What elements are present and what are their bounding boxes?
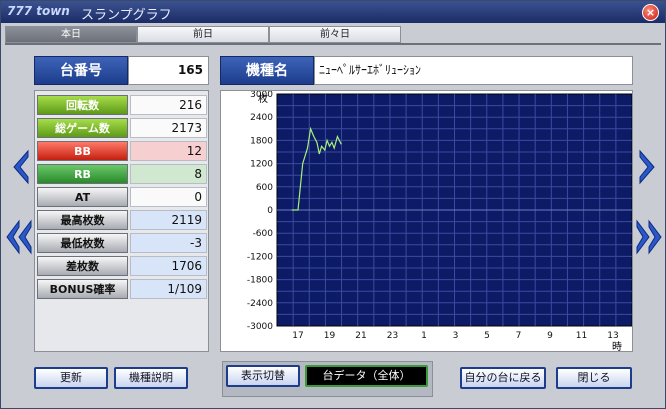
slump-chart: 30002400180012006000-600-1200-1800-2400-… — [247, 91, 632, 351]
stat-value: 1706 — [130, 256, 207, 276]
data-mode-display: 台データ（全体） — [305, 365, 428, 387]
x-tick-label: 9 — [547, 331, 553, 341]
stat-row-max-coins: 最高枚数 2119 — [37, 210, 207, 230]
stat-row-total-games: 総ゲーム数 2173 — [37, 118, 207, 138]
close-button[interactable]: 閉じる — [556, 367, 632, 389]
close-icon[interactable]: × — [642, 4, 659, 21]
x-tick-label: 3 — [453, 331, 459, 341]
y-tick-label: 1200 — [250, 160, 273, 170]
stat-row-coin-diff: 差枚数 1706 — [37, 256, 207, 276]
y-tick-label: -3000 — [247, 322, 273, 332]
toggle-display-button[interactable]: 表示切替 — [226, 365, 300, 387]
next-machine-icon[interactable] — [637, 149, 657, 185]
stat-label: BB — [37, 141, 128, 161]
stat-label: AT — [37, 187, 128, 207]
stat-row-bb: BB 12 — [37, 141, 207, 161]
machine-number-value: 165 — [128, 56, 209, 85]
stat-row-rb: RB 8 — [37, 164, 207, 184]
prev-machine-icon[interactable] — [11, 149, 31, 185]
stat-row-spins: 回転数 216 — [37, 95, 207, 115]
stat-value: 1/109 — [130, 279, 207, 299]
slump-graph-window: 777 town スランプグラフ × 本日 前日 前々日 台番号 165 機種名… — [0, 0, 666, 409]
stat-value: -3 — [130, 233, 207, 253]
stat-value: 12 — [130, 141, 207, 161]
x-tick-label: 1 — [421, 331, 427, 341]
brand-logo: 777 town — [7, 4, 70, 18]
first-machine-icon[interactable] — [5, 219, 33, 255]
y-tick-label: 0 — [267, 206, 273, 216]
stat-label: 回転数 — [37, 95, 128, 115]
x-tick-label: 13 — [607, 331, 618, 341]
machine-name-label: 機種名 — [220, 56, 314, 85]
window-title: スランプグラフ — [81, 8, 172, 23]
slump-chart-panel: 3000 2400 1800 1200 600 0 -600 -1200 -1800 -2400-… — [220, 90, 633, 352]
tab-yesterday[interactable]: 前日 — [137, 26, 269, 43]
stat-label: RB — [37, 164, 128, 184]
stat-label: 総ゲーム数 — [37, 118, 128, 138]
y-tick-label: 600 — [256, 183, 273, 193]
stat-value: 2119 — [130, 210, 207, 230]
stat-label: 最高枚数 — [37, 210, 128, 230]
my-machine-button[interactable]: 自分の台に戻る — [460, 367, 546, 389]
day-tabs: 本日 前日 前々日 — [5, 26, 401, 43]
stats-panel: 回転数 216 総ゲーム数 2173 BB 12 RB 8 AT 0 最高枚数 … — [34, 90, 209, 352]
machine-name-value: ﾆｭｰﾍﾟﾙｻｰｴﾎﾞﾘｭｰｼｮﾝ — [314, 56, 633, 85]
x-tick-label: 23 — [387, 331, 398, 341]
y-tick-label: -2400 — [247, 299, 273, 309]
y-axis-label: 枚 — [258, 92, 268, 105]
tab-two-days-ago[interactable]: 前々日 — [269, 26, 401, 43]
tab-today[interactable]: 本日 — [5, 26, 137, 43]
stat-row-at: AT 0 — [37, 187, 207, 207]
x-axis-label: 時 — [612, 341, 622, 351]
stat-row-min-coins: 最低枚数 -3 — [37, 233, 207, 253]
x-tick-label: 19 — [324, 331, 336, 341]
machine-info-button[interactable]: 機種説明 — [114, 367, 188, 389]
x-tick-label: 5 — [484, 331, 490, 341]
x-tick-label: 21 — [355, 331, 366, 341]
y-tick-label: -600 — [253, 229, 274, 239]
y-tick-label: 2400 — [250, 113, 273, 123]
x-tick-label: 11 — [576, 331, 587, 341]
stat-value: 0 — [130, 187, 207, 207]
stat-label: 最低枚数 — [37, 233, 128, 253]
stat-label: 差枚数 — [37, 256, 128, 276]
tab-divider — [5, 43, 661, 45]
stat-row-bonus-rate: BONUS確率 1/109 — [37, 279, 207, 299]
x-tick-label: 7 — [516, 331, 522, 341]
y-tick-label: -1800 — [247, 276, 273, 286]
y-tick-label: -1200 — [247, 252, 273, 262]
y-tick-label: 1800 — [250, 136, 273, 146]
stat-value: 2173 — [130, 118, 207, 138]
x-tick-label: 17 — [292, 331, 303, 341]
last-machine-icon[interactable] — [635, 219, 663, 255]
stat-value: 216 — [130, 95, 207, 115]
update-button[interactable]: 更新 — [34, 367, 108, 389]
stat-value: 8 — [130, 164, 207, 184]
grid-layer — [277, 94, 632, 326]
stat-label: BONUS確率 — [37, 279, 128, 299]
title-bar: 777 town スランプグラフ × — [1, 1, 665, 23]
machine-number-label: 台番号 — [34, 56, 128, 85]
